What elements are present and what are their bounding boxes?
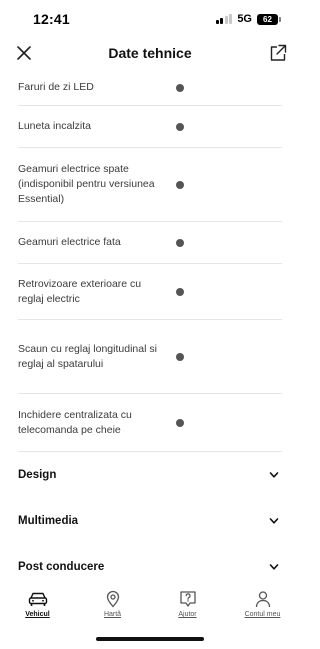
bottom-tab-bar: Vehicul Hartă Ajutor Contul meu — [0, 584, 300, 630]
feature-label: Faruri de zi LED — [18, 81, 94, 93]
included-dot-icon — [176, 238, 184, 247]
included-dot-icon — [176, 122, 184, 131]
tab-label: Ajutor — [178, 611, 197, 618]
feature-label: Scaun cu reglaj longitudinal si reglaj a… — [18, 342, 157, 370]
section-design[interactable]: Design — [18, 452, 282, 498]
tab-label: Contul meu — [244, 611, 281, 618]
included-dot-icon — [176, 287, 184, 296]
feature-row: Retrovizoare exterioare cu reglaj electr… — [18, 264, 282, 320]
status-indicators: 5G 62 — [215, 13, 281, 25]
included-dot-icon — [176, 83, 184, 92]
feature-label: Geamuri electrice fata — [18, 236, 121, 248]
feature-label: Luneta incalzita — [18, 120, 91, 132]
network-type: 5G — [237, 13, 252, 25]
feature-row: Inchidere centralizata cu telecomanda pe… — [18, 394, 282, 452]
battery-level: 62 — [263, 14, 272, 24]
included-dot-icon — [176, 418, 184, 427]
tab-label: Hartă — [103, 611, 122, 618]
feature-label: Inchidere centralizata cu telecomanda pe… — [18, 408, 132, 436]
status-time: 12:41 — [33, 11, 70, 27]
battery-icon: 62 — [257, 13, 281, 25]
section-multimedia[interactable]: Multimedia — [18, 498, 282, 544]
help-icon — [179, 591, 196, 607]
feature-row: Geamuri electrice spate (indisponibil pe… — [18, 148, 282, 222]
feature-row: Faruri de zi LED — [18, 70, 282, 106]
feature-label: Geamuri electrice spate (indisponibil pe… — [18, 163, 155, 205]
user-icon — [255, 591, 270, 608]
included-dot-icon — [176, 180, 184, 189]
chevron-down-icon — [269, 518, 279, 524]
tab-vehicul[interactable]: Vehicul — [0, 590, 75, 618]
section-label: Design — [18, 469, 57, 481]
tab-harta[interactable]: Hartă — [75, 590, 150, 618]
feature-row: Luneta incalzita — [18, 106, 282, 148]
feature-label: Retrovizoare exterioare cu reglaj electr… — [18, 277, 142, 305]
included-dot-icon — [176, 352, 184, 361]
feature-row: Scaun cu reglaj longitudinal si reglaj a… — [18, 320, 282, 394]
map-pin-icon — [106, 590, 119, 608]
home-indicator — [96, 637, 204, 641]
chevron-down-icon — [269, 564, 279, 570]
feature-row: Geamuri electrice fata — [18, 222, 282, 264]
tab-ajutor[interactable]: Ajutor — [150, 590, 225, 618]
header: Date tehnice — [0, 38, 300, 70]
car-icon — [28, 592, 47, 606]
tab-label: Vehicul — [25, 611, 50, 618]
feature-list: Faruri de zi LED Luneta incalzita Geamur… — [18, 70, 282, 590]
section-label: Multimedia — [18, 515, 79, 527]
share-icon[interactable] — [268, 43, 288, 63]
status-bar: 12:41 5G 62 — [0, 0, 300, 38]
signal-icon — [215, 14, 233, 24]
chevron-down-icon — [269, 472, 279, 478]
section-label: Post conducere — [18, 561, 105, 573]
page-title: Date tehnice — [108, 45, 192, 61]
tab-contul-meu[interactable]: Contul meu — [225, 590, 300, 618]
